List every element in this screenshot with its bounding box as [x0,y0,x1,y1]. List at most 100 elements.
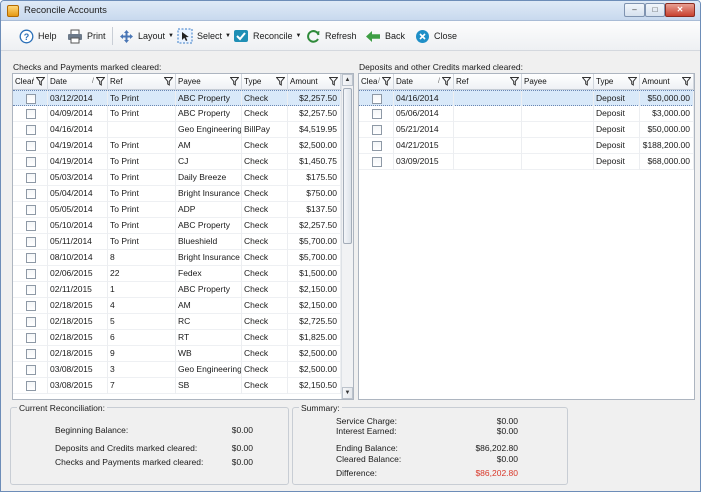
date-cell: 04/21/2015 [394,138,454,154]
help-button[interactable]: ? Help [19,26,57,46]
table-row[interactable]: 05/06/2014 Deposit $3,000.00 [359,106,694,122]
clear-checkbox[interactable] [26,333,36,343]
table-row[interactable]: 05/11/2014 To Print Blueshield Check $5,700.… [13,234,341,250]
close-button[interactable]: Close [415,26,457,46]
back-button[interactable]: Back [365,26,405,46]
date-cell: 03/12/2014 [48,91,108,107]
table-row[interactable]: 05/21/2014 Deposit $50,000.00 [359,122,694,138]
select-dropdown[interactable]: Select ▼ [177,26,231,46]
clear-checkbox[interactable] [372,109,382,119]
table-row[interactable]: 03/08/2015 7 SB Check $2,150.50 [13,378,341,394]
clear-checkbox[interactable] [26,173,36,183]
table-row[interactable]: 02/18/2015 6 RT Check $1,825.00 [13,330,341,346]
type-cell: Deposit [594,154,640,170]
checks-vertical-scrollbar[interactable]: ▲ ▼ [341,74,353,399]
filter-icon[interactable] [510,77,519,86]
table-row[interactable]: 05/04/2014 To Print Bright Insurance Check $… [13,186,341,202]
clear-checkbox[interactable] [26,94,36,104]
scroll-up-arrow-icon[interactable]: ▲ [342,74,353,86]
clear-checkbox[interactable] [372,157,382,167]
checks-col-payee-header[interactable]: Payee [176,74,242,90]
table-row[interactable]: 03/08/2015 3 Geo Engineering Check $2,500.00 [13,362,341,378]
filter-icon[interactable] [36,77,45,86]
deposits-col-clear-header[interactable]: Clea / [359,74,394,90]
checks-payments-grid[interactable]: Clear / Date / Ref Payee Type Amount 03/12/2014… [12,73,354,400]
table-row[interactable]: 02/11/2015 1 ABC Property Check $2,150.00 [13,282,341,298]
clear-checkbox[interactable] [372,94,382,104]
table-row[interactable]: 05/05/2014 To Print ADP Check $137.50 [13,202,341,218]
table-row[interactable]: 04/19/2014 To Print AM Check $2,500.00 [13,138,341,154]
checks-col-ref-header[interactable]: Ref [108,74,176,90]
table-row[interactable]: 04/19/2014 To Print CJ Check $1,450.75 [13,154,341,170]
clear-checkbox[interactable] [26,253,36,263]
checks-col-amount-header[interactable]: Amount [288,74,341,90]
filter-icon[interactable] [164,77,173,86]
filter-icon[interactable] [442,77,451,86]
clear-checkbox[interactable] [26,125,36,135]
table-row[interactable]: 08/10/2014 8 Bright Insurance Check $5,700.0… [13,250,341,266]
table-row[interactable]: 04/21/2015 Deposit $188,200.00 [359,138,694,154]
filter-icon[interactable] [276,77,285,86]
close-window-button[interactable]: ✕ [665,3,695,17]
ref-cell: 1 [108,282,176,298]
filter-icon[interactable] [329,77,338,86]
toolbar-separator [112,27,113,45]
deposits-col-amount-header[interactable]: Amount [640,74,694,90]
maximize-button[interactable]: □ [645,3,665,17]
reconcile-dropdown[interactable]: Reconcile ▼ [233,26,301,46]
deposits-col-ref-header[interactable]: Ref [454,74,522,90]
filter-icon[interactable] [230,77,239,86]
table-row[interactable]: 04/09/2014 To Print ABC Property Check $2,25… [13,106,341,122]
scrollbar-thumb[interactable] [343,88,352,244]
ending-balance-value: $86,202.80 [475,443,518,453]
table-row[interactable]: 05/03/2014 To Print Daily Breeze Check $175.… [13,170,341,186]
clear-checkbox[interactable] [372,125,382,135]
clear-checkbox[interactable] [26,285,36,295]
table-row[interactable]: 04/16/2014 Geo Engineering BillPay $4,519.9… [13,122,341,138]
table-row[interactable]: 02/18/2015 5 RC Check $2,725.50 [13,314,341,330]
date-cell: 04/09/2014 [48,106,108,122]
type-cell: Check [242,362,288,378]
clear-checkbox[interactable] [26,317,36,327]
checks-col-date-header[interactable]: Date / [48,74,108,90]
deposits-col-payee-header[interactable]: Payee [522,74,594,90]
table-row[interactable]: 03/09/2015 Deposit $68,000.00 [359,154,694,170]
table-row[interactable]: 02/06/2015 22 Fedex Check $1,500.00 [13,266,341,282]
filter-icon[interactable] [96,77,105,86]
table-row[interactable]: 02/18/2015 9 WB Check $2,500.00 [13,346,341,362]
deposits-col-type-header[interactable]: Type [594,74,640,90]
filter-icon[interactable] [682,77,691,86]
refresh-button[interactable]: Refresh [306,26,357,46]
checks-col-clear-header[interactable]: Clear / [13,74,48,90]
table-row[interactable]: 03/12/2014 To Print ABC Property Check $2,25… [13,90,341,107]
clear-checkbox[interactable] [26,189,36,199]
clear-checkbox[interactable] [26,237,36,247]
filter-icon[interactable] [628,77,637,86]
clear-checkbox[interactable] [26,349,36,359]
ref-cell [454,138,522,154]
clear-checkbox[interactable] [26,381,36,391]
table-row[interactable]: 05/10/2014 To Print ABC Property Check $2,25… [13,218,341,234]
clear-checkbox[interactable] [26,109,36,119]
print-button[interactable]: Print [67,26,106,46]
layout-dropdown[interactable]: Layout ▼ [119,26,174,46]
clear-checkbox[interactable] [26,301,36,311]
type-cell: Check [242,298,288,314]
filter-icon[interactable] [582,77,591,86]
clear-checkbox[interactable] [26,157,36,167]
clear-checkbox[interactable] [26,365,36,375]
deposits-col-date-header[interactable]: Date / [394,74,454,90]
checks-col-type-header[interactable]: Type [242,74,288,90]
table-row[interactable]: 02/18/2015 4 AM Check $2,150.00 [13,298,341,314]
type-cell: Deposit [594,91,640,107]
clear-checkbox[interactable] [26,205,36,215]
scroll-down-arrow-icon[interactable]: ▼ [342,387,353,399]
table-row[interactable]: 04/16/2014 Deposit $50,000.00 [359,90,694,107]
clear-checkbox[interactable] [26,269,36,279]
clear-checkbox[interactable] [26,141,36,151]
minimize-button[interactable]: – [624,3,645,17]
filter-icon[interactable] [382,77,391,86]
deposits-credits-grid[interactable]: Clea / Date / Ref Payee Type Amount 04/16/2014 D… [358,73,695,400]
clear-checkbox[interactable] [372,141,382,151]
clear-checkbox[interactable] [26,221,36,231]
